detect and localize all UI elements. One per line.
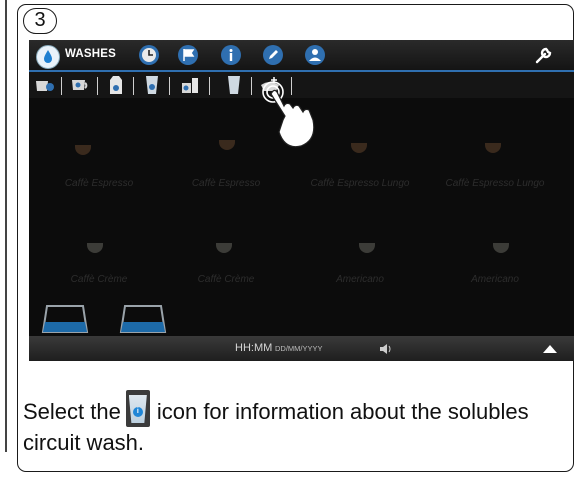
product-label[interactable]: Caffè Espresso <box>34 178 164 189</box>
time-display: HH:MM <box>235 342 273 354</box>
separator <box>169 77 170 95</box>
product-label[interactable]: Americano <box>430 274 560 285</box>
status-bar: HH:MM DD/MM/YYYY <box>29 336 574 361</box>
info-icon[interactable] <box>220 44 242 66</box>
product-label[interactable]: Caffè Espresso Lungo <box>430 178 560 189</box>
product-label[interactable]: Caffè Espresso <box>161 178 291 189</box>
separator <box>251 77 252 95</box>
volume-icon[interactable] <box>379 343 393 355</box>
product-image <box>485 143 501 153</box>
water-drop-icon <box>36 45 60 69</box>
milk-carton-icon[interactable] <box>105 75 127 95</box>
product-image <box>216 243 232 253</box>
top-menu-bar: WASHES <box>29 40 574 72</box>
date-display: DD/MM/YYYY <box>275 344 323 353</box>
milk-jug-icon <box>41 305 89 333</box>
separator <box>61 77 62 95</box>
separator <box>209 77 210 95</box>
caption-before: Select the <box>23 399 121 424</box>
cup-wash-icon[interactable] <box>69 75 91 95</box>
product-image <box>75 145 91 155</box>
separator <box>133 77 134 95</box>
pencil-icon[interactable] <box>262 44 284 66</box>
margin-line <box>5 0 7 452</box>
product-image <box>351 143 367 153</box>
machine-screen: WASHES Caffè Espresso Caffè Espresso Caf… <box>29 40 574 361</box>
clock-icon[interactable] <box>138 44 160 66</box>
wrench-icon[interactable] <box>534 45 554 65</box>
milk-wash-icon[interactable] <box>33 75 55 95</box>
milk-jug-icon <box>119 305 167 333</box>
product-label[interactable]: Caffè Espresso Lungo <box>295 178 425 189</box>
tab-washes-label: WASHES <box>65 48 117 60</box>
step-number-badge: 3 <box>23 8 57 34</box>
product-image <box>493 243 509 253</box>
jug-milk-icon[interactable] <box>179 75 201 95</box>
product-label[interactable]: Caffè Crème <box>161 274 291 285</box>
product-label[interactable]: Americano <box>295 274 425 285</box>
flag-icon[interactable] <box>177 44 199 66</box>
instruction-text: Select the i icon for information about th… <box>23 390 569 458</box>
separator <box>97 77 98 95</box>
product-image <box>359 243 375 253</box>
product-image <box>219 140 235 150</box>
product-label[interactable]: Caffè Crème <box>34 274 164 285</box>
glass-info-icon[interactable] <box>141 75 163 95</box>
product-image <box>87 243 103 253</box>
tab-washes[interactable]: WASHES <box>31 43 124 69</box>
solubles-info-glass-icon: i <box>125 390 150 427</box>
user-icon[interactable] <box>304 44 326 66</box>
chevron-up-icon[interactable] <box>542 344 558 354</box>
pointing-hand-icon <box>262 81 315 148</box>
glass-icon[interactable] <box>223 75 245 95</box>
